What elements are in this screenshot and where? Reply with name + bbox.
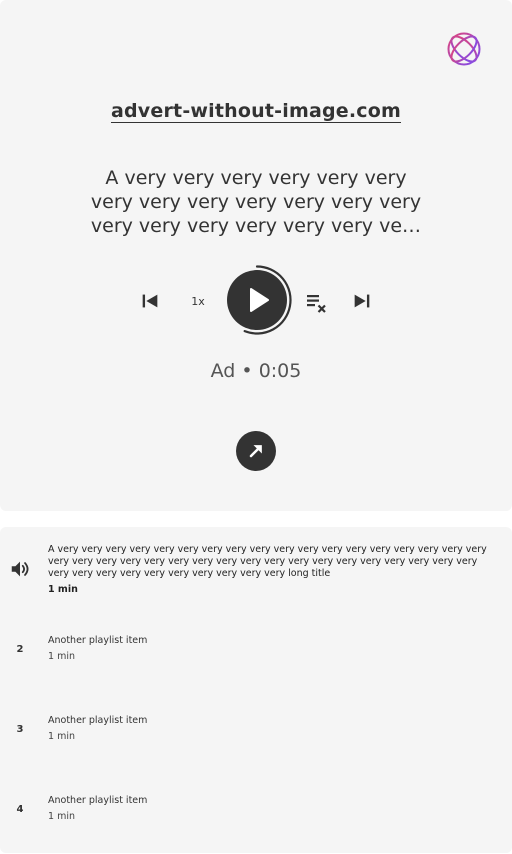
advertiser-link[interactable]: advert-without-image.com: [0, 100, 512, 122]
open-in-new-icon: [249, 445, 262, 458]
ad-label: Ad: [210, 360, 236, 382]
playback-speed-label: 1x: [191, 294, 205, 308]
countdown-time: 0:05: [258, 360, 302, 382]
playlist-item[interactable]: A very very very very very very very ver…: [0, 527, 512, 607]
playlist-item-text: Another playlist item 1 min: [48, 635, 500, 663]
separator-dot: •: [241, 360, 253, 382]
playlist-item-index: 3: [16, 724, 24, 735]
playlist-item[interactable]: 4 Another playlist item 1 min: [0, 767, 512, 847]
playlist-remove-icon: [307, 295, 326, 313]
play-progress-ring: [227, 265, 292, 335]
playlist-item-title: Another playlist item: [48, 635, 148, 646]
playlist-item[interactable]: 2 Another playlist item 1 min: [0, 607, 512, 687]
speaker-icon: [11, 561, 29, 577]
ad-countdown: Ad • 0:05: [0, 360, 512, 382]
playlist-item-duration: 1 min: [48, 584, 78, 595]
remove-from-queue-button[interactable]: [302, 288, 330, 316]
ad-title: A very very very very very very very ver…: [90, 167, 422, 237]
playlist-item-text: Another playlist item 1 min: [48, 715, 500, 743]
playlist-item-title: Another playlist item: [48, 795, 148, 806]
advertiser-link-text[interactable]: advert-without-image.com: [111, 100, 401, 122]
skip-previous-icon: [142, 294, 158, 308]
playlist-item-duration: 1 min: [48, 651, 75, 662]
playlist-item-text: Another playlist item 1 min: [48, 795, 500, 823]
playlist-item-title: Another playlist item: [48, 715, 148, 726]
playlist-item-index: 2: [16, 644, 24, 655]
playlist-item-title: A very very very very very very very ver…: [48, 544, 487, 579]
playlist-item-duration: 1 min: [48, 811, 75, 822]
next-button[interactable]: [349, 288, 375, 314]
playlist-item-index: 4: [16, 804, 24, 815]
play-button[interactable]: [222, 265, 292, 335]
open-advertiser-button[interactable]: [236, 431, 276, 471]
playlist-item-duration: 1 min: [48, 731, 75, 742]
playback-speed-button[interactable]: 1x: [185, 288, 211, 314]
playlist-item[interactable]: 3 Another playlist item 1 min: [0, 687, 512, 767]
playlist-item-text: A very very very very very very very ver…: [48, 544, 500, 596]
audio-player: advert-without-image.com A very very ver…: [0, 0, 512, 511]
skip-next-icon: [354, 294, 370, 308]
orbit-logo-icon[interactable]: [446, 31, 482, 67]
previous-button[interactable]: [137, 288, 163, 314]
playlist: A very very very very very very very ver…: [0, 527, 512, 853]
